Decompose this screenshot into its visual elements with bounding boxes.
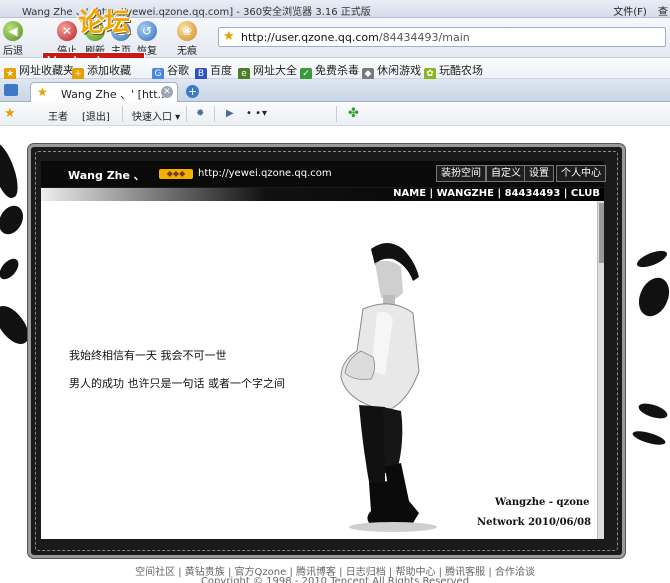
watermark-title: 论坛	[78, 8, 131, 38]
divider	[122, 106, 123, 122]
tab-label: Wang Zhe 、' [htt...	[61, 88, 169, 101]
tab-qzone[interactable]: ★ Wang Zhe 、' [htt... ✕	[30, 82, 178, 102]
space-url[interactable]: http://yewei.qzone.qq.com	[198, 168, 332, 179]
nav-personal-center[interactable]: 个人中心	[556, 165, 606, 182]
browser-window: Wang Zhe 、' [http://yewei.qzone.qq.com] …	[0, 0, 670, 583]
space-owner-name[interactable]: Wang Zhe 、	[68, 167, 145, 183]
ink-splatter	[0, 201, 28, 239]
portrait-photo	[340, 243, 437, 532]
address-bar[interactable]: ★ http://user.qzone.qq.com/84434493/main	[218, 27, 666, 47]
bookmark-label: 网址收藏夹	[19, 64, 74, 77]
favorite-star-icon[interactable]: ★	[223, 29, 235, 44]
new-tab-icon[interactable]: +	[186, 85, 199, 98]
space-content: 我始终相信有一天 我会不可一世 男人的成功 也许只是一句话 或者一个字之间 Wa…	[41, 201, 597, 539]
quick-entry-label: 快速入口	[132, 112, 172, 123]
ink-splatter	[0, 139, 23, 201]
nav-decorate-space[interactable]: 装扮空间	[436, 165, 486, 182]
logout-link[interactable]: [退出]	[82, 108, 110, 123]
qzone-star-icon[interactable]: ★	[4, 106, 16, 121]
menu-bar: 文件(F) 查	[605, 3, 668, 18]
nav-settings[interactable]: 设置	[524, 165, 554, 182]
player-dots: • •	[246, 108, 261, 119]
bookmark-label: 免费杀毒	[315, 64, 359, 77]
bookmark-games[interactable]: ◆ 休闲游戏	[362, 62, 421, 80]
ink-splatter	[636, 400, 670, 422]
content-scrollbar[interactable]	[597, 201, 604, 539]
ink-splatter	[631, 428, 667, 448]
back-button[interactable]: ◀ 后退	[0, 20, 26, 57]
ink-splatter	[0, 255, 23, 283]
divider	[214, 106, 215, 122]
banner-text: NAME | WANGZHE | 84434493 | CLUB	[393, 188, 600, 199]
bookmarks-bar: ★ 网址收藏夹 + 添加收藏 G 谷歌 B 百度 e 网址大全 ✓ 免费杀毒 ◆ 休闲游戏 ✿…	[0, 58, 670, 80]
address-url: http://user.qzone.qq.com/84434493/main	[241, 31, 470, 44]
close-tab-icon[interactable]: ✕	[161, 86, 173, 98]
nav-customize[interactable]: 自定义	[486, 165, 526, 182]
qzone-frame: Wang Zhe 、 ◆◆◆ http://yewei.qzone.qq.com…	[28, 144, 625, 558]
name-banner: NAME | WANGZHE | 84434493 | CLUB	[41, 188, 604, 201]
bookmark-label: 谷歌	[167, 64, 189, 77]
tab-favicon-star-icon: ★	[37, 85, 48, 99]
gear-icon[interactable]: ✹	[196, 108, 204, 119]
clover-icon[interactable]: ✤	[348, 106, 359, 121]
bookmark-label: 休闲游戏	[377, 64, 421, 77]
player-menu-icon[interactable]: ▾	[262, 108, 267, 119]
scrollbar-thumb[interactable]	[599, 203, 604, 263]
sidebar-toggle-icon[interactable]	[4, 84, 18, 96]
bookmark-label: 百度	[210, 64, 232, 77]
bookmark-baidu[interactable]: B 百度	[195, 62, 232, 80]
divider	[336, 106, 337, 122]
divider	[186, 106, 187, 122]
paw-icon: ❀	[177, 21, 197, 41]
play-icon[interactable]: ▶	[226, 108, 234, 119]
bookmark-farm[interactable]: ✿ 玩酷农场	[424, 62, 483, 80]
poem-line-1: 我始终相信有一天 我会不可一世	[69, 349, 227, 362]
quick-entry-button[interactable]: 快速入口 ▾	[132, 108, 180, 123]
back-label: 后退	[3, 46, 23, 57]
bookmark-label: 网址大全	[253, 64, 297, 77]
back-arrow-icon: ◀	[3, 21, 23, 41]
qzone-user[interactable]: 王者	[48, 108, 68, 123]
bookmark-directory[interactable]: e 网址大全	[238, 62, 297, 80]
poem-line-2: 男人的成功 也许只是一句话 或者一个字之间	[69, 377, 285, 390]
qzone-toolbar: ★ 王者 [退出] 快速入口 ▾ ✹ ▶ • • ▾ ✤	[0, 102, 670, 126]
address-path: /84434493/main	[378, 31, 470, 44]
bookmark-favorites[interactable]: ★ 网址收藏夹	[4, 62, 74, 80]
address-host: http://user.qzone.qq.com	[241, 31, 379, 44]
incognito-label: 无痕	[177, 46, 197, 57]
tab-bar: ★ Wang Zhe 、' [htt... ✕ +	[0, 79, 670, 102]
bookmark-label: 添加收藏	[87, 64, 131, 77]
bookmark-add[interactable]: + 添加收藏	[72, 62, 131, 80]
menu-file[interactable]: 文件(F)	[613, 7, 647, 18]
signature-line-2: Network 2010/06/08	[477, 517, 592, 528]
qzone-header: Wang Zhe 、 ◆◆◆ http://yewei.qzone.qq.com…	[41, 161, 606, 187]
signature-line-1: Wangzhe - qzone	[495, 497, 590, 508]
menu-view[interactable]: 查	[658, 7, 668, 18]
level-badge: ◆◆◆	[159, 169, 193, 179]
ink-splatter	[631, 272, 670, 322]
bookmark-antivirus[interactable]: ✓ 免费杀毒	[300, 62, 359, 80]
incognito-button[interactable]: ❀ 无痕	[174, 20, 200, 57]
page-viewport: Wang Zhe 、 ◆◆◆ http://yewei.qzone.qq.com…	[0, 127, 670, 583]
ink-splatter	[634, 247, 670, 271]
footer-copyright: Copyright © 1998 - 2010 Tencent All Righ…	[200, 576, 470, 583]
bookmark-label: 玩酷农场	[439, 64, 483, 77]
bookmark-google[interactable]: G 谷歌	[152, 62, 189, 80]
